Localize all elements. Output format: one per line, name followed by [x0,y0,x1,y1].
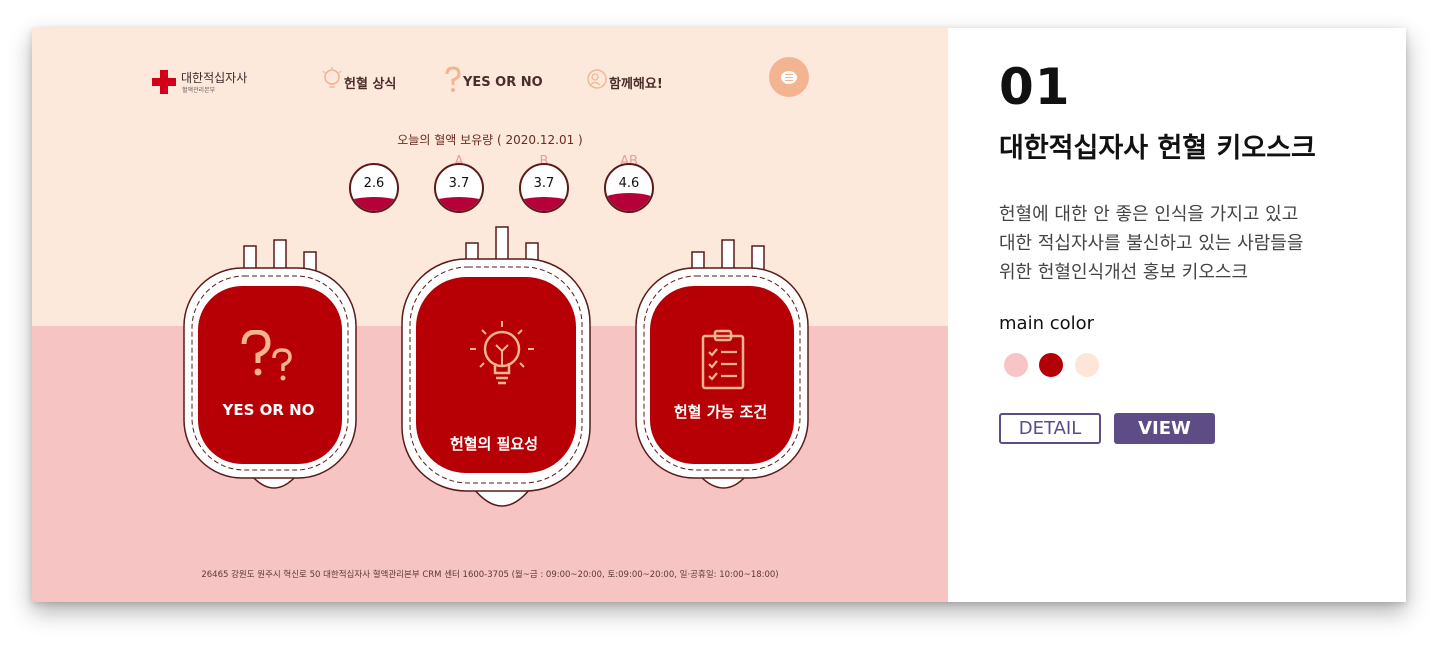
pack-label: YES OR NO [222,401,315,419]
blood-stock-gauge: AB 4.6 [603,154,655,213]
color-swatch-red [1039,353,1063,377]
question-icon [241,330,292,381]
blood-level-fill [351,197,397,211]
lightbulb-icon [470,321,534,385]
nav-item-together[interactable]: 함께해요! [587,68,663,96]
project-description: 헌혈에 대한 안 좋은 인식을 가지고 있고 대한 적십자사를 불신하고 있는 … [999,200,1303,287]
description-line: 위한 헌혈인식개선 홍보 키오스크 [999,262,1249,283]
logo-name: 대한적십자사 [181,71,248,85]
blood-stock-value: 3.7 [448,176,470,191]
description-line: 헌혈에 대한 안 좋은 인식을 가지고 있고 [999,204,1299,225]
blood-level-fill [436,197,482,211]
blood-stock-value: 2.6 [363,176,385,191]
detail-button[interactable]: DETAIL [999,413,1101,444]
menu-icon [781,70,797,84]
logo-sub: 혈액관리본부 [182,87,216,94]
nav-label-together: 함께해요! [609,76,663,92]
blood-stock-title: 오늘의 혈액 보유량 ( 2020.12.01 ) [397,133,583,147]
project-title: 대한적십자사 헌혈 키오스크 [999,133,1316,164]
blood-level-fill [606,193,652,211]
people-icon [587,68,607,96]
color-swatch-cream [1075,353,1099,377]
red-cross-logo[interactable]: 대한적십자사 혈액관리본부 [152,68,262,98]
clipboard-checklist-icon [701,329,745,390]
blood-stock-value: 3.7 [533,176,555,191]
blood-stock-gauge: 2.6 [348,163,400,213]
hamburger-menu-button[interactable] [769,57,809,97]
nav-item-knowledge[interactable]: 헌혈 상식 [322,67,397,97]
blood-stock-gauge: A 3.7 [433,154,485,213]
project-number: 01 [999,58,1071,116]
blood-stock-gauge: B 3.7 [518,154,570,213]
nav-item-yes-or-no[interactable]: YES OR NO [445,66,543,98]
pack-label: 헌혈 가능 조건 [673,403,768,421]
question-icon [445,66,461,98]
description-line: 대한 적십자사를 불신하고 있는 사람들을 [999,233,1304,254]
portfolio-card: 대한적십자사 혈액관리본부 헌혈 상식 YES OR NO 함께해요! 오늘의 … [32,28,1406,602]
nav-label-knowledge: 헌혈 상식 [344,76,397,92]
red-cross-icon [152,70,176,94]
lightbulb-icon [322,67,342,97]
kiosk-screen-preview: 대한적십자사 혈액관리본부 헌혈 상식 YES OR NO 함께해요! 오늘의 … [32,28,948,602]
blood-pack-necessity-button[interactable]: 헌혈의 필요성 [400,223,600,523]
pack-label: 헌혈의 필요성 [449,435,539,453]
blood-stock-value: 4.6 [618,176,640,191]
kiosk-footer: 26465 강원도 원주시 혁신로 50 대한적십자사 혈액관리본부 CRM 센… [201,570,779,580]
blood-level-fill [521,197,567,211]
blood-pack-conditions-button[interactable]: 헌혈 가능 조건 [634,238,819,508]
blood-pack-yes-or-no-button[interactable]: YES OR NO [182,238,367,508]
view-button[interactable]: VIEW [1114,413,1215,444]
project-info-panel: 01 대한적십자사 헌혈 키오스크 헌혈에 대한 안 좋은 인식을 가지고 있고… [948,28,1406,602]
main-color-label: main color [999,313,1095,334]
color-swatch-pink [1004,353,1028,377]
nav-label-yes-or-no: YES OR NO [463,74,543,90]
